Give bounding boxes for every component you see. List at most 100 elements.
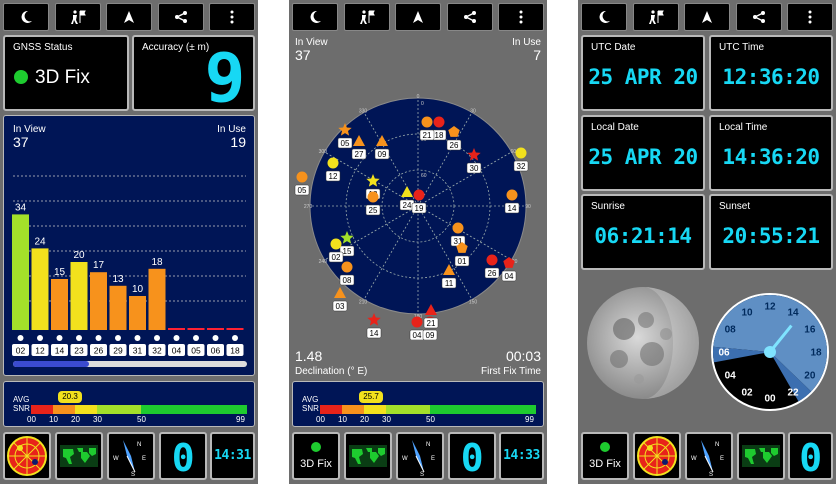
satellite-05[interactable]: 05 [294,171,310,196]
world-map-icon [60,445,98,467]
prn-label: 26 [94,346,104,356]
world-map-widget[interactable] [344,432,392,480]
snr-bar[interactable] [226,328,244,330]
map-button[interactable] [632,3,679,31]
satellite-prn: 15 [343,247,352,256]
satellite-prn: 01 [458,257,467,266]
share-button[interactable] [735,3,782,31]
navigation-button[interactable] [684,3,730,31]
in-view-value: 37 [295,47,311,63]
fix-indicator-icon [311,442,321,452]
svg-text:W: W [113,456,119,462]
satellite-count-widget: 0 [448,432,496,480]
satellite-32[interactable]: 32 [513,147,529,172]
azimuth-label: 150 [469,299,478,305]
fix-status: 3D Fix [589,458,621,470]
map-button[interactable] [54,3,101,31]
snr-bar[interactable] [70,262,88,330]
clock-value: 14:33 [503,448,540,463]
dial-hour-label: 00 [764,394,776,405]
navigation-button[interactable] [395,3,441,31]
fix-status-widget[interactable]: 3D Fix [292,432,340,480]
world-map-widget[interactable] [737,432,785,480]
scale-tick-label: 99 [525,415,534,424]
world-map-widget[interactable] [55,432,103,480]
count-value: 0 [171,436,195,480]
snr-bar[interactable] [187,328,205,330]
svg-text:W: W [691,456,697,462]
compass-widget[interactable]: N E S W [396,432,444,480]
compass-icon: N E S W [113,440,146,478]
dial-hour-label: 10 [741,308,753,319]
snr-bar[interactable] [109,285,127,330]
skyview-widget[interactable] [3,432,51,480]
clock-widget: 14:31 [210,432,255,480]
azimuth-label: 90 [525,204,531,210]
snr-bar[interactable] [168,328,185,330]
count-value: 0 [799,436,822,480]
skyview-widget[interactable] [633,432,681,480]
snr-bar-chart: 34 02 24 12 15 14 20 23 17 26 13 29 10 31 18 32 04 05 06 18 [12,175,247,367]
svg-text:W: W [402,456,408,462]
scale-tick-label: 00 [27,415,36,424]
snr-bar[interactable] [129,296,146,330]
scale-tick-label: 10 [49,415,58,424]
dial-hour-label: 16 [804,325,816,336]
satellite-prn: 18 [435,131,444,140]
more-button[interactable] [787,3,833,31]
utc-time-card: UTC Time 12:36:20 [709,35,833,111]
satellite-prn: 21 [427,319,436,328]
fix-status-widget[interactable]: 3D Fix [581,432,629,480]
satellite-marker [515,147,527,159]
skyview-mini-icon [637,436,677,476]
utc-date-label: UTC Date [591,42,636,53]
satellite-prn: 21 [423,131,432,140]
dial-hour-label: 06 [718,348,730,359]
snr-bar[interactable] [207,328,224,330]
navigation-button[interactable] [106,3,152,31]
satellite-prn: 14 [508,204,517,213]
map-button[interactable] [343,3,390,31]
prn-label: 04 [172,346,182,356]
satellite-prn: 08 [343,276,352,285]
share-button[interactable] [157,3,204,31]
prn-label: 18 [230,346,240,356]
compass-widget[interactable]: N E S W [685,432,733,480]
scroll-thumb[interactable] [13,361,89,367]
azimuth-label: 0 [417,94,420,100]
prn-label: 02 [16,346,26,356]
snr-bar[interactable] [148,268,166,330]
avg-label: AVG [302,395,319,404]
compass-widget[interactable]: N E S W [107,432,155,480]
snr-bar[interactable] [51,279,68,330]
local-date-value: 25 APR 20 [588,145,698,169]
svg-text:E: E [142,456,146,462]
satellite-prn: 05 [298,186,307,195]
scale-tick-label: 50 [137,415,146,424]
more-button[interactable] [498,3,544,31]
satellite-prn: 09 [426,331,435,340]
satellite-marker [334,287,346,298]
toolbar [581,3,833,31]
more-button[interactable] [209,3,255,31]
utc-date-card: UTC Date 25 APR 20 [581,35,705,111]
satellite-04[interactable]: 04 [409,316,425,341]
satellite-14[interactable]: 14 [366,313,382,339]
map-icon [648,10,664,24]
night-mode-button[interactable] [581,3,627,31]
prn-label: 31 [133,346,143,356]
toolbar [292,3,544,31]
dial-hour-label: 22 [787,387,799,398]
snr-bar[interactable] [90,272,107,330]
in-use-dot [76,335,82,341]
satellite-prn: 04 [505,272,514,281]
snr-bar[interactable] [12,214,29,330]
night-mode-button[interactable] [3,3,49,31]
night-mode-button[interactable] [292,3,338,31]
share-button[interactable] [446,3,493,31]
first-fix-value: 00:03 [505,348,541,364]
map-icon [70,10,86,24]
snr-bar[interactable] [31,248,49,330]
satellite-03[interactable]: 03 [332,287,348,312]
dial-hour-label: 14 [787,308,799,319]
